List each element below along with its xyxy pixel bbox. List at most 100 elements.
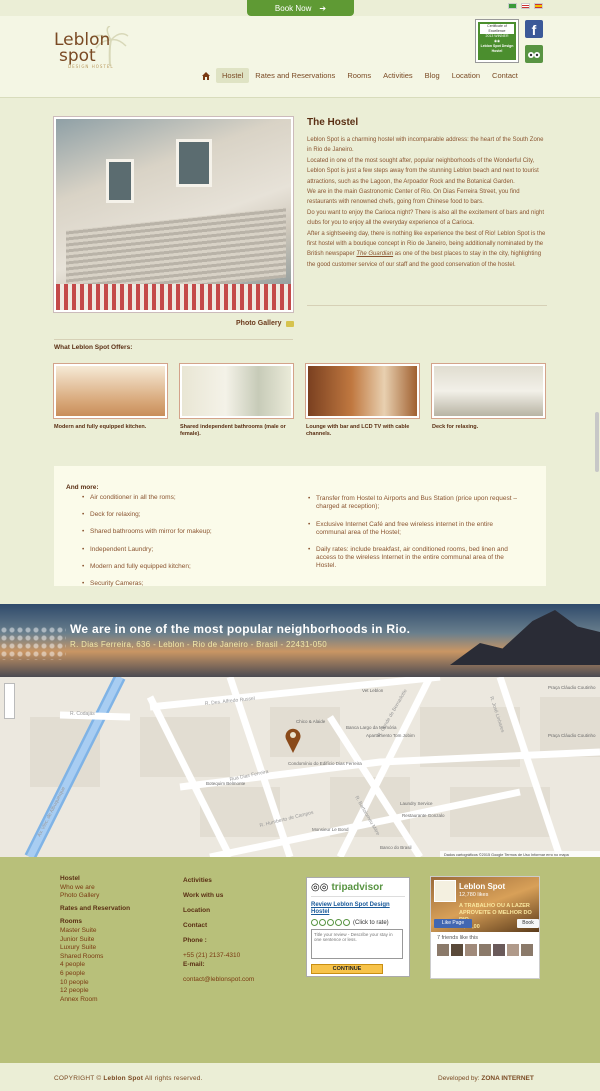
footer-link-gallery[interactable]: Photo Gallery — [60, 892, 130, 901]
map-canvas: R. Des. Alfredo Russel Av. Visc. de Albu… — [0, 677, 600, 857]
guardian-link[interactable]: The Guardian — [356, 251, 393, 257]
list-item: Shared bathrooms with mirror for makeup; — [82, 528, 212, 545]
offer-caption: Modern and fully equipped kitchen. — [54, 424, 147, 430]
offers-title: What Leblon Spot Offers: — [54, 344, 133, 351]
map-place-label: Restaurante Gonzalo — [402, 813, 445, 818]
footer-col-hostel: Hostel Who we are Photo Gallery Rates an… — [60, 875, 130, 1004]
banner-address: R. Dias Ferreira, 636 - Leblon - Rio de … — [70, 640, 327, 649]
footer-link-room[interactable]: Luxury Suite — [60, 944, 130, 953]
list-item: Transfer from Hostel to Airports and Bus… — [308, 495, 518, 511]
map-place-label: Praça Cláudio Coutinho — [548, 733, 596, 738]
footer-link-room[interactable]: 10 people — [60, 979, 130, 988]
map-place-label: Condomínio do Edifício Dias Ferreira — [288, 761, 362, 766]
map-place-label: Chico & Alaide — [296, 719, 326, 724]
nav-contact[interactable]: Contact — [486, 68, 524, 83]
nav-rooms[interactable]: Rooms — [341, 68, 377, 83]
map-pin-icon[interactable] — [284, 727, 302, 753]
offer-caption: Deck for relaxing. — [432, 424, 479, 430]
footer-link-room[interactable]: Shared Rooms — [60, 953, 130, 962]
location-map[interactable]: R. Des. Alfredo Russel Av. Visc. de Albu… — [0, 677, 600, 857]
offer-bathrooms[interactable]: Shared independent bathrooms (male or fe… — [179, 363, 294, 438]
page-title: The Hostel — [307, 117, 359, 128]
tripadvisor-certificate-badge[interactable]: Certificate of Excellence 2013 WINNER ◉◉… — [475, 19, 519, 63]
nav-blog[interactable]: Blog — [419, 68, 446, 83]
offer-caption: Lounge with bar and LCD TV with cable ch… — [306, 424, 410, 437]
hostel-photo[interactable] — [53, 116, 294, 313]
site-logo[interactable]: Leblon spot DESIGN HOSTEL — [54, 32, 114, 70]
camera-icon — [285, 320, 294, 327]
paragraph: We are in the main Gastronomic Center of… — [307, 189, 520, 206]
map-street-label: R. Codajás — [70, 711, 95, 717]
photo-gallery-label: Photo Gallery — [236, 320, 282, 327]
footer-link-room[interactable]: 12 people — [60, 987, 130, 996]
footer-link-work[interactable]: Work with us — [183, 892, 254, 901]
brazil-flag-icon[interactable] — [508, 3, 517, 9]
amenities-list-right: Transfer from Hostel to Airports and Bus… — [308, 495, 518, 580]
spain-flag-icon[interactable] — [534, 3, 543, 9]
phone-number: +55 (21) 2137-4310 — [183, 952, 241, 960]
nav-activities[interactable]: Activities — [377, 68, 419, 83]
footer-link-room[interactable]: 4 people — [60, 961, 130, 970]
list-item: Exclusive Internet Café and free wireles… — [308, 521, 518, 537]
book-now-button[interactable]: Book Now ➔ — [247, 0, 354, 16]
fb-book-button[interactable]: Book — [517, 919, 539, 928]
map-place-label: Botequim Belmonte — [206, 781, 246, 786]
continue-button[interactable]: CONTINUE — [311, 964, 383, 974]
review-link[interactable]: Review Leblon Spot Design Hostel — [311, 902, 405, 916]
fb-friends: 7 friends like this — [437, 935, 478, 941]
paragraph: Do you want to enjoy the Carioca night? … — [307, 209, 545, 227]
footer-link-room[interactable]: Annex Room — [60, 996, 130, 1005]
footer-link-activities[interactable]: Activities — [183, 877, 254, 886]
review-title-input[interactable] — [311, 929, 403, 959]
list-item: Deck for relaxing; — [82, 511, 212, 528]
footer: Hostel Who we are Photo Gallery Rates an… — [0, 857, 600, 1063]
footer-link-location[interactable]: Location — [183, 907, 254, 916]
home-icon[interactable] — [196, 68, 216, 83]
fb-friend-faces — [431, 944, 539, 956]
main-nav: Hostel Rates and Reservations Rooms Acti… — [196, 68, 524, 83]
nav-location[interactable]: Location — [446, 68, 486, 83]
map-place-label: Banca Largo da Memória — [346, 725, 397, 730]
footer-link-who[interactable]: Who we are — [60, 884, 130, 893]
footer-link-room[interactable]: Master Suite — [60, 927, 130, 936]
map-zoom-control[interactable] — [4, 683, 15, 719]
tripadvisor-widget: ◎◎ tripadvisor Review Leblon Spot Design … — [306, 877, 410, 977]
footer-link-rates[interactable]: Rates and Reservation — [60, 905, 130, 914]
arrow-right-icon: ➔ — [319, 3, 327, 13]
footer-link-room[interactable]: Junior Suite — [60, 936, 130, 945]
email-link[interactable]: contact@leblonspot.com — [183, 976, 254, 985]
certificate-label: Leblon Spot Design Hostel — [480, 44, 514, 53]
phone-label: Phone : — [183, 937, 207, 945]
photo-gallery-link[interactable]: Photo Gallery — [236, 320, 294, 327]
map-place-label: Banco do Brasil — [380, 845, 412, 850]
facebook-icon[interactable]: f — [525, 20, 543, 38]
usa-flag-icon[interactable] — [521, 3, 530, 9]
footer-link-room[interactable]: 6 people — [60, 970, 130, 979]
list-item: Independent Laundry; — [82, 546, 212, 563]
logo-line2: spot — [59, 46, 96, 66]
paragraph: Located in one of the most sought after,… — [307, 157, 539, 185]
offer-lounge[interactable]: Lounge with bar and LCD TV with cable ch… — [305, 363, 420, 438]
map-place-label: Vet Leblon — [362, 688, 384, 693]
footer-link-contact[interactable]: Contact — [183, 922, 254, 931]
footer-link-rooms[interactable]: Rooms — [60, 918, 130, 927]
fb-page-name[interactable]: Leblon Spot — [459, 882, 505, 891]
list-item: Security Cameras; — [82, 580, 212, 597]
tripadvisor-logo[interactable]: ◎◎ tripadvisor — [311, 882, 405, 897]
list-item: Modern and fully equipped kitchen; — [82, 563, 212, 580]
rating-selector[interactable]: (Click to rate) — [311, 919, 405, 926]
book-now-label: Book Now — [274, 3, 312, 13]
offer-deck[interactable]: Deck for relaxing. — [431, 363, 546, 431]
scrollbar[interactable] — [595, 412, 599, 472]
tripadvisor-icon[interactable] — [525, 45, 543, 63]
nav-rates[interactable]: Rates and Reservations — [249, 68, 341, 83]
fb-like-button[interactable]: Like Page — [434, 919, 472, 928]
divider — [307, 305, 547, 306]
divider — [54, 339, 293, 340]
map-place-label: Apartamento Tom Jobim — [366, 733, 415, 738]
map-place-label: Monsieur Le Bond — [312, 827, 349, 832]
nav-hostel[interactable]: Hostel — [216, 68, 250, 83]
footer-link-hostel[interactable]: Hostel — [60, 875, 130, 884]
offer-kitchen[interactable]: Modern and fully equipped kitchen. — [53, 363, 168, 431]
developer-link[interactable]: ZONA INTERNET — [481, 1075, 533, 1082]
